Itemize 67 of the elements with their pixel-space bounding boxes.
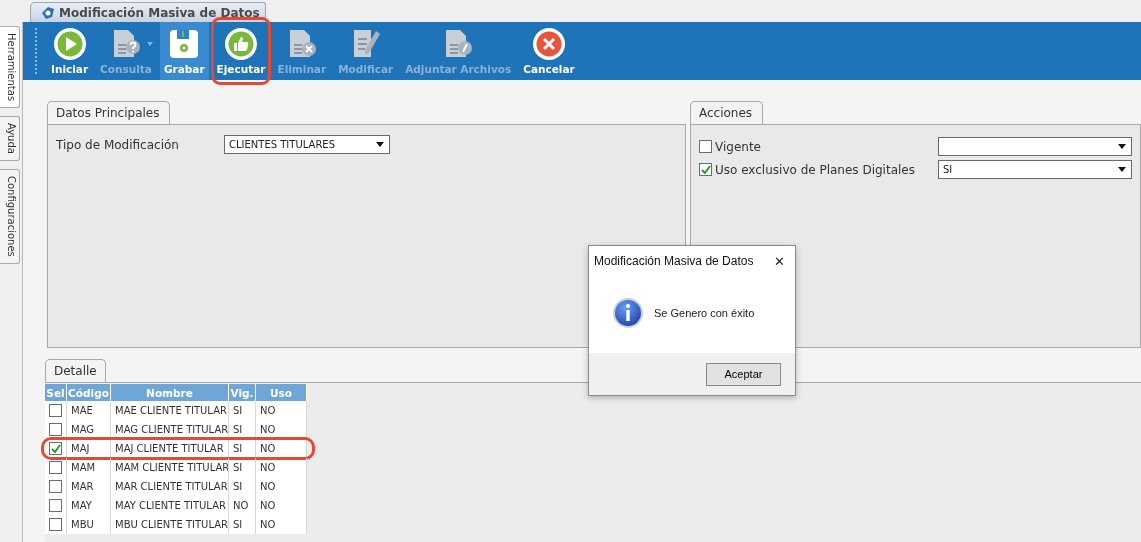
table-cell: SI — [229, 420, 256, 439]
table-cell: SI — [229, 439, 256, 458]
table-cell: MAE — [67, 401, 111, 420]
row-checkbox[interactable] — [49, 499, 62, 512]
close-icon — [531, 27, 566, 61]
row-checkbox[interactable] — [49, 442, 62, 455]
table-cell: MAG — [67, 420, 111, 439]
table-cell: MBU — [67, 515, 111, 534]
side-tab[interactable]: Configuraciones — [0, 169, 20, 264]
checkbox-label: Uso exclusivo de Planes Digitales — [715, 162, 916, 177]
column-header[interactable]: Código — [67, 384, 111, 401]
table-cell: NO — [256, 477, 307, 496]
table-cell: SI — [229, 515, 256, 534]
table-cell: SI — [229, 477, 256, 496]
table-cell: SI — [229, 401, 256, 420]
row-checkbox[interactable] — [49, 461, 62, 474]
table-cell: MAM — [67, 458, 111, 477]
row-checkbox[interactable] — [49, 404, 62, 417]
table-cell: MAJ CLIENTE TITULAR — [111, 439, 229, 458]
toolbar-button[interactable]: Iniciar — [47, 22, 93, 80]
checkbox[interactable] — [699, 140, 712, 153]
dropdown-field[interactable]: CLIENTES TITULARES — [224, 135, 390, 154]
dialog-message: Se Genero con éxito — [654, 306, 755, 319]
panel-tab[interactable]: Detalle — [45, 359, 106, 382]
column-header[interactable]: Sel — [45, 384, 67, 401]
column-header[interactable]: Vig. — [229, 384, 256, 401]
table-cell: MAE CLIENTE TITULAR — [111, 401, 229, 420]
row-checkbox[interactable] — [49, 480, 62, 493]
column-header[interactable]: Uso — [256, 384, 307, 401]
table-cell: NO — [256, 515, 307, 534]
table-cell: MAY — [67, 496, 111, 515]
toolbar-button[interactable]: Grabar — [159, 22, 209, 80]
table-cell: MAR — [67, 477, 111, 496]
panel-tab[interactable]: Datos Principales — [47, 101, 171, 124]
table-cell: MBU CLIENTE TITULAR — [111, 515, 229, 534]
field-label: Tipo de Modificación — [56, 137, 180, 152]
info-icon — [612, 296, 644, 329]
accept-button[interactable]: Aceptar — [706, 362, 781, 386]
table-cell: NO — [256, 420, 307, 439]
logo-icon — [41, 5, 55, 20]
dropdown-field[interactable] — [938, 137, 1132, 156]
close-button[interactable]: ✕ — [770, 253, 789, 269]
side-tab[interactable]: Herramientas — [0, 26, 20, 109]
table-cell: NO — [256, 458, 307, 477]
table-cell: NO — [256, 401, 307, 420]
table-cell: NO — [256, 496, 307, 515]
window-tab[interactable]: Modificación Masiva de Datos — [30, 2, 266, 22]
dialog-title: Modificación Masiva de Datos — [594, 254, 754, 268]
row-checkbox[interactable] — [49, 423, 62, 436]
toolbar-button[interactable]: Cancelar — [519, 22, 579, 80]
thumbs-up-icon — [224, 27, 258, 61]
play-icon — [52, 27, 87, 61]
row-checkbox[interactable] — [49, 518, 62, 531]
table-cell: MAG CLIENTE TITULAR — [111, 420, 229, 439]
table-cell: MAR CLIENTE TITULAR — [111, 477, 229, 496]
table-cell: MAY CLIENTE TITULAR — [111, 496, 229, 515]
checkbox-label: Vigente — [715, 139, 762, 154]
table-cell: NO — [256, 439, 307, 458]
table-cell: MAJ — [67, 439, 111, 458]
window-title: Modificación Masiva de Datos — [59, 5, 260, 20]
side-tab[interactable]: Ayuda — [0, 116, 20, 162]
dropdown-field[interactable]: SI — [938, 160, 1132, 179]
panel-tab[interactable]: Acciones — [690, 101, 764, 124]
table-cell: SI — [229, 458, 256, 477]
checkbox[interactable] — [699, 163, 712, 176]
table-cell: NO — [229, 496, 256, 515]
column-header[interactable]: Nombre — [111, 384, 229, 401]
